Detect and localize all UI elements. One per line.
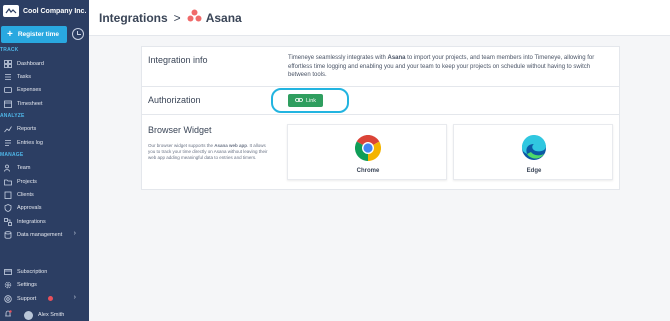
description-bold: Asana web app xyxy=(214,143,248,148)
integration-info-label: Integration info xyxy=(148,55,208,65)
sidebar-item-expenses[interactable]: Expenses xyxy=(4,84,88,95)
description-text: Timeneye seamlessly integrates with xyxy=(288,55,388,61)
browser-widget-row: Browser Widget Our browser widget suppor… xyxy=(142,115,619,191)
authorization-label: Authorization xyxy=(148,95,201,105)
timesheet-icon xyxy=(4,100,12,108)
breadcrumb-separator: > xyxy=(173,10,181,25)
sidebar-item-label: Expenses xyxy=(17,86,42,93)
company-switcher[interactable]: Cool Company Inc. xyxy=(0,0,89,22)
clock-icon[interactable] xyxy=(72,28,84,40)
sidebar-item-label: Dashboard xyxy=(17,60,44,67)
register-time-label: Register time xyxy=(17,31,60,38)
user-name: Alex Smith xyxy=(38,312,65,318)
company-logo xyxy=(3,5,19,17)
support-icon xyxy=(4,294,12,303)
gear-icon xyxy=(4,281,12,289)
clients-icon xyxy=(4,191,12,199)
section-track: TRACK xyxy=(0,47,19,53)
asana-logo-icon xyxy=(187,9,202,27)
description-text: Our browser widget supports the xyxy=(148,143,215,148)
sidebar: Cool Company Inc. + Register time TRACK … xyxy=(0,0,89,321)
integration-info-row: Integration info Timeneye seamlessly int… xyxy=(142,47,619,87)
expenses-icon xyxy=(4,86,12,94)
sidebar-item-entries-log[interactable]: Entries log xyxy=(4,137,88,148)
section-manage: MANAGE xyxy=(0,152,24,158)
sidebar-item-label: Team xyxy=(17,164,31,171)
sidebar-item-label: Clients xyxy=(17,191,34,198)
sidebar-item-label: Approvals xyxy=(17,204,42,211)
sidebar-item-label: Integrations xyxy=(17,218,46,225)
shield-icon xyxy=(4,203,12,212)
entries-log-icon xyxy=(4,139,12,147)
authorization-row: Authorization Link xyxy=(142,87,619,115)
sidebar-item-label: Tasks xyxy=(17,73,32,80)
edge-label: Edge xyxy=(526,168,542,174)
sidebar-item-label: Entries log xyxy=(17,139,43,146)
dashboard-icon xyxy=(4,59,12,68)
sidebar-item-label: Projects xyxy=(17,178,37,185)
description-bold: Asana xyxy=(387,55,406,61)
sidebar-item-tasks[interactable]: Tasks xyxy=(4,71,88,82)
sidebar-item-integrations[interactable]: Integrations xyxy=(4,216,88,227)
chevron-right-icon: › xyxy=(73,294,76,301)
link-button-label: Link xyxy=(305,97,317,104)
sidebar-item-clients[interactable]: Clients xyxy=(4,189,88,200)
integration-description: Timeneye seamlessly integrates with Asan… xyxy=(288,54,608,80)
chevron-right-icon: › xyxy=(73,230,76,237)
sidebar-item-data-management[interactable]: Data management › xyxy=(4,229,88,240)
edge-icon xyxy=(521,134,547,161)
company-name: Cool Company Inc. xyxy=(23,7,87,15)
bell-icon[interactable] xyxy=(4,310,12,320)
reports-icon xyxy=(4,125,12,133)
sidebar-item-label: Subscription xyxy=(17,268,48,275)
tasks-icon xyxy=(4,73,12,81)
chrome-widget-card[interactable]: Chrome xyxy=(287,124,447,180)
plus-icon: + xyxy=(7,28,13,40)
link-icon xyxy=(295,97,303,105)
user-profile[interactable]: Alex Smith xyxy=(0,309,89,321)
sidebar-item-projects[interactable]: Projects xyxy=(4,176,88,187)
notification-dot xyxy=(48,296,53,301)
section-analyze: ANALYZE xyxy=(0,113,25,119)
integrations-icon xyxy=(4,217,12,226)
sidebar-item-label: Reports xyxy=(17,125,37,132)
chrome-icon xyxy=(354,134,382,162)
sidebar-item-label: Support xyxy=(17,295,37,302)
subscription-icon xyxy=(4,268,12,276)
page-header: Integrations > Asana xyxy=(89,0,670,36)
integration-card: Integration info Timeneye seamlessly int… xyxy=(141,46,620,190)
team-icon xyxy=(4,164,12,172)
register-time-button[interactable]: + Register time xyxy=(1,26,67,43)
page-title[interactable]: Integrations xyxy=(99,11,168,25)
browser-widget-description: Our browser widget supports the Asana we… xyxy=(148,143,274,161)
database-icon xyxy=(4,230,12,239)
sidebar-item-label: Data management xyxy=(17,231,63,238)
sidebar-item-dashboard[interactable]: Dashboard xyxy=(4,58,88,69)
sidebar-item-settings[interactable]: Settings xyxy=(4,279,88,290)
sidebar-item-label: Settings xyxy=(17,281,37,288)
sidebar-item-label: Timesheet xyxy=(17,100,43,107)
sidebar-item-approvals[interactable]: Approvals xyxy=(4,202,88,213)
folder-icon xyxy=(4,178,12,186)
edge-widget-card[interactable]: Edge xyxy=(453,124,613,180)
sidebar-item-timesheet[interactable]: Timesheet xyxy=(4,98,88,109)
sidebar-item-reports[interactable]: Reports xyxy=(4,123,88,134)
sidebar-item-team[interactable]: Team xyxy=(4,162,88,173)
browser-widget-label: Browser Widget xyxy=(148,125,212,135)
link-button[interactable]: Link xyxy=(288,94,323,107)
integration-name: Asana xyxy=(205,10,242,25)
chrome-label: Chrome xyxy=(356,168,380,174)
avatar xyxy=(24,310,33,320)
sidebar-item-support[interactable]: Support › xyxy=(4,293,88,304)
sidebar-item-subscription[interactable]: Subscription xyxy=(4,266,88,277)
